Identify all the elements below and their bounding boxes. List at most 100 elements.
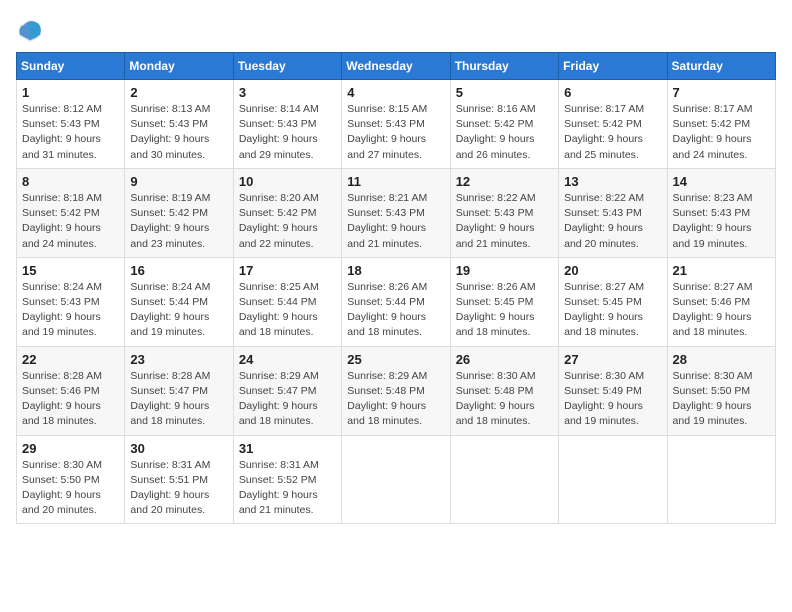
empty-cell <box>559 435 667 524</box>
day-detail: Sunrise: 8:17 AMSunset: 5:42 PMDaylight:… <box>564 103 644 161</box>
empty-cell <box>450 435 558 524</box>
day-number: 30 <box>130 441 227 456</box>
logo <box>16 16 48 44</box>
day-number: 2 <box>130 85 227 100</box>
day-detail: Sunrise: 8:21 AMSunset: 5:43 PMDaylight:… <box>347 192 427 250</box>
day-number: 14 <box>673 174 770 189</box>
day-cell-27: 27 Sunrise: 8:30 AMSunset: 5:49 PMDayligh… <box>559 346 667 435</box>
day-detail: Sunrise: 8:22 AMSunset: 5:43 PMDaylight:… <box>456 192 536 250</box>
header-sunday: Sunday <box>17 53 125 80</box>
day-detail: Sunrise: 8:31 AMSunset: 5:51 PMDaylight:… <box>130 459 210 517</box>
day-detail: Sunrise: 8:15 AMSunset: 5:43 PMDaylight:… <box>347 103 427 161</box>
day-cell-10: 10Sunrise: 8:20 AMSunset: 5:42 PMDayligh… <box>233 168 341 257</box>
day-detail: Sunrise: 8:28 AMSunset: 5:47 PMDaylight:… <box>130 370 210 428</box>
day-number: 18 <box>347 263 444 278</box>
day-cell-25: 25 Sunrise: 8:29 AMSunset: 5:48 PMDayligh… <box>342 346 450 435</box>
day-cell-29: 29 Sunrise: 8:30 AMSunset: 5:50 PMDayligh… <box>17 435 125 524</box>
day-cell-18: 18Sunrise: 8:26 AMSunset: 5:44 PMDayligh… <box>342 257 450 346</box>
header-wednesday: Wednesday <box>342 53 450 80</box>
empty-cell <box>667 435 775 524</box>
day-number: 22 <box>22 352 119 367</box>
day-detail: Sunrise: 8:16 AMSunset: 5:42 PMDaylight:… <box>456 103 536 161</box>
day-number: 4 <box>347 85 444 100</box>
day-detail: Sunrise: 8:19 AMSunset: 5:42 PMDaylight:… <box>130 192 210 250</box>
day-cell-28: 28Sunrise: 8:30 AMSunset: 5:50 PMDayligh… <box>667 346 775 435</box>
day-cell-3: 3 Sunrise: 8:14 AMSunset: 5:43 PMDaylight… <box>233 80 341 169</box>
day-cell-8: 8 Sunrise: 8:18 AMSunset: 5:42 PMDaylight… <box>17 168 125 257</box>
day-detail: Sunrise: 8:28 AMSunset: 5:46 PMDaylight:… <box>22 370 102 428</box>
day-detail: Sunrise: 8:30 AMSunset: 5:49 PMDaylight:… <box>564 370 644 428</box>
day-detail: Sunrise: 8:27 AMSunset: 5:45 PMDaylight:… <box>564 281 644 339</box>
day-cell-15: 15Sunrise: 8:24 AMSunset: 5:43 PMDayligh… <box>17 257 125 346</box>
day-number: 3 <box>239 85 336 100</box>
day-cell-30: 30 Sunrise: 8:31 AMSunset: 5:51 PMDayligh… <box>125 435 233 524</box>
header-row: SundayMondayTuesdayWednesdayThursdayFrid… <box>17 53 776 80</box>
week-row-1: 1 Sunrise: 8:12 AMSunset: 5:43 PMDaylight… <box>17 80 776 169</box>
day-number: 8 <box>22 174 119 189</box>
day-number: 21 <box>673 263 770 278</box>
day-detail: Sunrise: 8:27 AMSunset: 5:46 PMDaylight:… <box>673 281 753 339</box>
day-cell-17: 17Sunrise: 8:25 AMSunset: 5:44 PMDayligh… <box>233 257 341 346</box>
day-number: 20 <box>564 263 661 278</box>
day-detail: Sunrise: 8:24 AMSunset: 5:44 PMDaylight:… <box>130 281 210 339</box>
header-monday: Monday <box>125 53 233 80</box>
day-detail: Sunrise: 8:29 AMSunset: 5:47 PMDaylight:… <box>239 370 319 428</box>
day-detail: Sunrise: 8:22 AMSunset: 5:43 PMDaylight:… <box>564 192 644 250</box>
day-number: 15 <box>22 263 119 278</box>
week-row-5: 29 Sunrise: 8:30 AMSunset: 5:50 PMDayligh… <box>17 435 776 524</box>
day-number: 31 <box>239 441 336 456</box>
day-cell-7: 7 Sunrise: 8:17 AMSunset: 5:42 PMDaylight… <box>667 80 775 169</box>
day-cell-4: 4 Sunrise: 8:15 AMSunset: 5:43 PMDaylight… <box>342 80 450 169</box>
day-number: 27 <box>564 352 661 367</box>
day-number: 29 <box>22 441 119 456</box>
logo-icon <box>16 16 44 44</box>
day-cell-16: 16 Sunrise: 8:24 AMSunset: 5:44 PMDayligh… <box>125 257 233 346</box>
calendar-table: SundayMondayTuesdayWednesdayThursdayFrid… <box>16 52 776 524</box>
day-detail: Sunrise: 8:18 AMSunset: 5:42 PMDaylight:… <box>22 192 102 250</box>
day-cell-1: 1 Sunrise: 8:12 AMSunset: 5:43 PMDaylight… <box>17 80 125 169</box>
day-number: 25 <box>347 352 444 367</box>
day-cell-11: 11 Sunrise: 8:21 AMSunset: 5:43 PMDayligh… <box>342 168 450 257</box>
week-row-3: 15Sunrise: 8:24 AMSunset: 5:43 PMDayligh… <box>17 257 776 346</box>
day-number: 5 <box>456 85 553 100</box>
day-number: 12 <box>456 174 553 189</box>
day-detail: Sunrise: 8:13 AMSunset: 5:43 PMDaylight:… <box>130 103 210 161</box>
day-cell-20: 20 Sunrise: 8:27 AMSunset: 5:45 PMDayligh… <box>559 257 667 346</box>
day-number: 9 <box>130 174 227 189</box>
day-cell-6: 6Sunrise: 8:17 AMSunset: 5:42 PMDaylight… <box>559 80 667 169</box>
day-detail: Sunrise: 8:26 AMSunset: 5:45 PMDaylight:… <box>456 281 536 339</box>
day-detail: Sunrise: 8:29 AMSunset: 5:48 PMDaylight:… <box>347 370 427 428</box>
day-number: 16 <box>130 263 227 278</box>
header-thursday: Thursday <box>450 53 558 80</box>
day-cell-5: 5 Sunrise: 8:16 AMSunset: 5:42 PMDaylight… <box>450 80 558 169</box>
day-detail: Sunrise: 8:30 AMSunset: 5:48 PMDaylight:… <box>456 370 536 428</box>
day-detail: Sunrise: 8:25 AMSunset: 5:44 PMDaylight:… <box>239 281 319 339</box>
day-number: 24 <box>239 352 336 367</box>
day-cell-31: 31 Sunrise: 8:31 AMSunset: 5:52 PMDayligh… <box>233 435 341 524</box>
day-cell-12: 12 Sunrise: 8:22 AMSunset: 5:43 PMDayligh… <box>450 168 558 257</box>
day-detail: Sunrise: 8:30 AMSunset: 5:50 PMDaylight:… <box>22 459 102 517</box>
day-detail: Sunrise: 8:30 AMSunset: 5:50 PMDaylight:… <box>673 370 753 428</box>
day-detail: Sunrise: 8:23 AMSunset: 5:43 PMDaylight:… <box>673 192 753 250</box>
day-number: 7 <box>673 85 770 100</box>
header-tuesday: Tuesday <box>233 53 341 80</box>
day-number: 11 <box>347 174 444 189</box>
day-number: 13 <box>564 174 661 189</box>
day-detail: Sunrise: 8:20 AMSunset: 5:42 PMDaylight:… <box>239 192 319 250</box>
page-header <box>16 16 776 44</box>
day-detail: Sunrise: 8:12 AMSunset: 5:43 PMDaylight:… <box>22 103 102 161</box>
day-cell-26: 26 Sunrise: 8:30 AMSunset: 5:48 PMDayligh… <box>450 346 558 435</box>
header-saturday: Saturday <box>667 53 775 80</box>
day-number: 23 <box>130 352 227 367</box>
day-number: 26 <box>456 352 553 367</box>
day-detail: Sunrise: 8:31 AMSunset: 5:52 PMDaylight:… <box>239 459 319 517</box>
day-cell-2: 2 Sunrise: 8:13 AMSunset: 5:43 PMDaylight… <box>125 80 233 169</box>
day-cell-22: 22 Sunrise: 8:28 AMSunset: 5:46 PMDayligh… <box>17 346 125 435</box>
day-detail: Sunrise: 8:14 AMSunset: 5:43 PMDaylight:… <box>239 103 319 161</box>
day-cell-19: 19Sunrise: 8:26 AMSunset: 5:45 PMDayligh… <box>450 257 558 346</box>
empty-cell <box>342 435 450 524</box>
day-cell-24: 24 Sunrise: 8:29 AMSunset: 5:47 PMDayligh… <box>233 346 341 435</box>
day-number: 1 <box>22 85 119 100</box>
day-detail: Sunrise: 8:17 AMSunset: 5:42 PMDaylight:… <box>673 103 753 161</box>
day-cell-13: 13 Sunrise: 8:22 AMSunset: 5:43 PMDayligh… <box>559 168 667 257</box>
